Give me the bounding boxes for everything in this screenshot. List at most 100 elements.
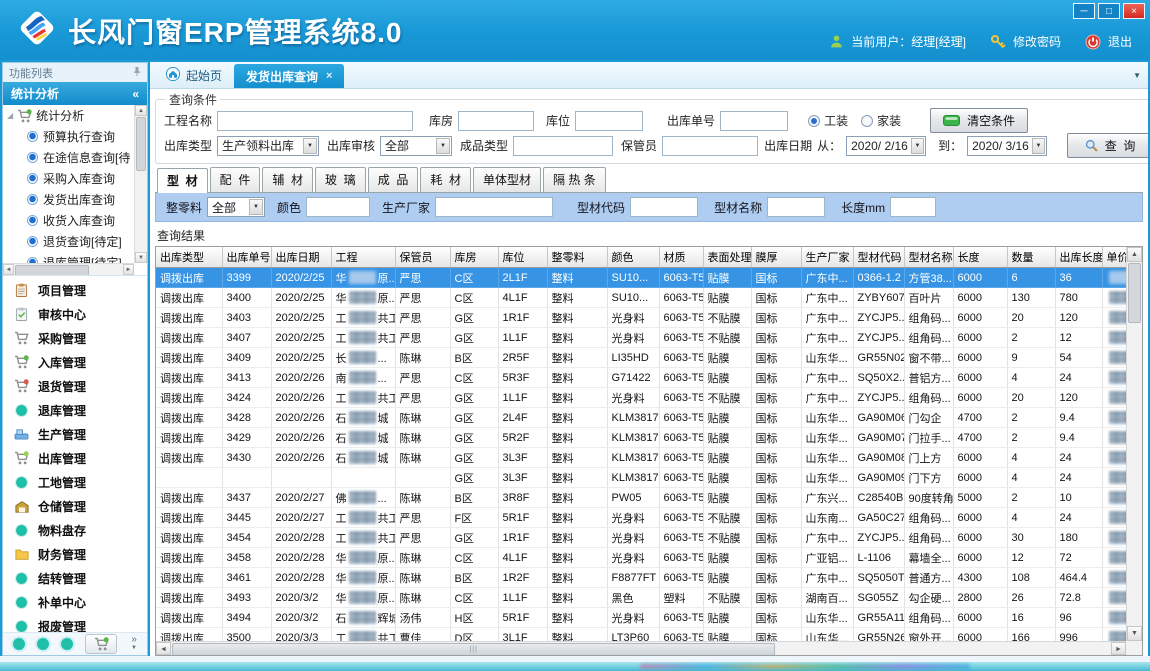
tree-vertical-scrollbar[interactable]: ▲ ▼ [134,105,147,263]
table-row[interactable]: 调拨出库34372020/2/27佛...陈琳B区3R8F整料PW056063-… [156,488,1126,508]
column-header[interactable]: 出库类型 [156,247,222,268]
table-row[interactable]: 调拨出库34092020/2/25长...陈琳B区2R5F整料LI35HD606… [156,348,1126,368]
pin-icon[interactable] [133,66,141,79]
tree-expander-icon[interactable]: ◢ [7,111,13,120]
column-header[interactable]: 出库长度 [1055,247,1102,268]
close-tab-icon[interactable]: × [326,70,332,82]
table-row[interactable]: 调拨出库34542020/2/28工共工程严思G区1R1F整料光身料6063-T… [156,528,1126,548]
column-header[interactable]: 长度 [953,247,1007,268]
product-type-input[interactable] [513,136,613,156]
sidebar-nav-item[interactable]: 出库管理 [3,446,147,470]
order-no-input[interactable] [720,111,788,131]
column-header[interactable]: 库位 [498,247,547,268]
column-header[interactable]: 材质 [659,247,703,268]
warehouse-input[interactable] [458,111,534,131]
whole-part-select[interactable]: 全部▼ [207,197,265,217]
sidebar-nav-item[interactable]: 仓储管理 [3,494,147,518]
column-header[interactable]: 出库单号 [222,247,271,268]
scrollbar-thumb[interactable] [15,265,89,276]
material-tab[interactable]: 辅 材 [262,167,313,192]
column-header[interactable]: 出库日期 [271,247,331,268]
material-tab[interactable]: 型 材 [157,168,208,193]
scrollbar-thumb[interactable] [136,117,146,171]
table-row[interactable]: G区3L3F整料KLM38176063-T5贴膜国标山东华...GA90M09.… [156,468,1126,488]
material-tab[interactable]: 配 件 [210,167,261,192]
profile-name-input[interactable] [767,197,825,217]
column-header[interactable]: 库房 [450,247,498,268]
sidebar-nav-item[interactable]: 工地管理 [3,470,147,494]
column-header[interactable]: 表面处理 [703,247,751,268]
table-row[interactable]: 调拨出库34302020/2/26石城陈琳G区3L3F整料KLM38176063… [156,448,1126,468]
close-button[interactable]: × [1123,3,1145,19]
grid-horizontal-scrollbar[interactable]: ◄ ||| ► [156,641,1126,655]
color-input[interactable] [306,197,370,217]
collapse-icon[interactable]: « [132,87,139,101]
profile-code-input[interactable] [630,197,698,217]
date-to-picker[interactable]: 2020/ 3/16▼ [967,136,1047,156]
scroll-up-icon[interactable]: ▲ [1127,247,1142,262]
scroll-left-icon[interactable]: ◄ [156,642,171,655]
material-tab[interactable]: 耗 材 [420,167,471,192]
tab-list-dropdown-icon[interactable]: ▼ [1133,71,1141,80]
tree-item[interactable]: 退货查询[待定] [3,231,134,252]
circle-icon[interactable] [61,638,73,650]
sidebar-nav-item[interactable]: 补单中心 [3,590,147,614]
location-input[interactable] [575,111,643,131]
clear-conditions-button[interactable]: 清空条件 [930,108,1028,133]
table-row[interactable]: 调拨出库34072020/2/25工共工程严思G区1L1F整料光身料6063-T… [156,328,1126,348]
scrollbar-thumb[interactable] [1128,263,1141,323]
change-password-link[interactable]: 修改密码 [1013,33,1061,50]
scroll-right-icon[interactable]: ► [1111,642,1126,655]
sidebar-nav-item[interactable]: 审核中心 [3,302,147,326]
tab-shipping-outbound-query[interactable]: 发货出库查询 × [234,64,344,88]
tree-item[interactable]: 收货入库查询 [3,210,134,231]
material-tab[interactable]: 成 品 [368,167,419,192]
tree-item[interactable]: 退库管理[待定] [3,252,134,263]
scroll-right-icon[interactable]: ► [123,264,134,275]
column-header[interactable]: 型材名称 [904,247,953,268]
project-name-input[interactable] [217,111,413,131]
tree-horizontal-scrollbar[interactable]: ◄ ► [3,263,134,275]
cart-button[interactable] [85,634,117,654]
sidebar-nav-item[interactable]: 物料盘存 [3,518,147,542]
sidebar-nav-item[interactable]: 入库管理 [3,350,147,374]
scroll-up-icon[interactable]: ▲ [135,105,147,116]
sidebar-nav-item[interactable]: 生产管理 [3,422,147,446]
tree-root-statistics[interactable]: ◢ 统计分析 [3,105,134,126]
scroll-down-icon[interactable]: ▼ [1127,626,1142,641]
sidebar-nav-item[interactable]: 报废管理 [3,614,147,632]
sidebar-nav-item[interactable]: 项目管理 [3,278,147,302]
material-tab[interactable]: 单体型材 [473,167,541,192]
column-header[interactable]: 整零料 [547,247,607,268]
column-header[interactable]: 膜厚 [751,247,801,268]
length-input[interactable] [890,197,936,217]
table-row[interactable]: 调拨出库33992020/2/25华原...严思C区2L1F整料SU10...6… [156,268,1126,288]
date-from-picker[interactable]: 2020/ 2/16▼ [846,136,926,156]
column-header[interactable]: 颜色 [607,247,659,268]
grid-vertical-scrollbar[interactable]: ▲ ▼ [1126,247,1142,641]
tree-item[interactable]: 预算执行查询 [3,126,134,147]
circle-icon[interactable] [37,638,49,650]
sidebar-nav-item[interactable]: 采购管理 [3,326,147,350]
maximize-button[interactable]: □ [1098,3,1120,19]
column-header[interactable]: 数量 [1007,247,1055,268]
radio-gongzhuang[interactable] [808,115,820,127]
radio-jiazhuang[interactable] [861,115,873,127]
table-row[interactable]: 调拨出库34282020/2/26石城陈琳G区2L4F整料KLM38176063… [156,408,1126,428]
table-row[interactable]: 调拨出库34452020/2/27工共工程严思F区5R1F整料光身料6063-T… [156,508,1126,528]
column-header[interactable]: 保管员 [395,247,450,268]
more-tools-button[interactable]: »▼ [131,636,137,652]
column-header[interactable]: 型材代码 [853,247,904,268]
tree-item[interactable]: 采购入库查询 [3,168,134,189]
table-row[interactable]: 调拨出库34132020/2/26南...严思C区5R3F整料G71422606… [156,368,1126,388]
column-header[interactable]: 生产厂家 [801,247,853,268]
search-button[interactable]: 查 询 [1067,133,1148,158]
tree-item[interactable]: 发货出库查询 [3,189,134,210]
tab-home[interactable]: 起始页 [154,62,234,88]
sidebar-nav-item[interactable]: 退货管理 [3,374,147,398]
sidebar-section-header[interactable]: 统计分析 « [3,82,147,105]
audit-select[interactable]: 全部▼ [380,136,452,156]
table-row[interactable]: 调拨出库34942020/3/2石辉城汤伟H区5R1F整料光身料6063-T5贴… [156,608,1126,628]
scrollbar-thumb[interactable]: ||| [172,643,775,656]
scroll-left-icon[interactable]: ◄ [3,264,14,275]
